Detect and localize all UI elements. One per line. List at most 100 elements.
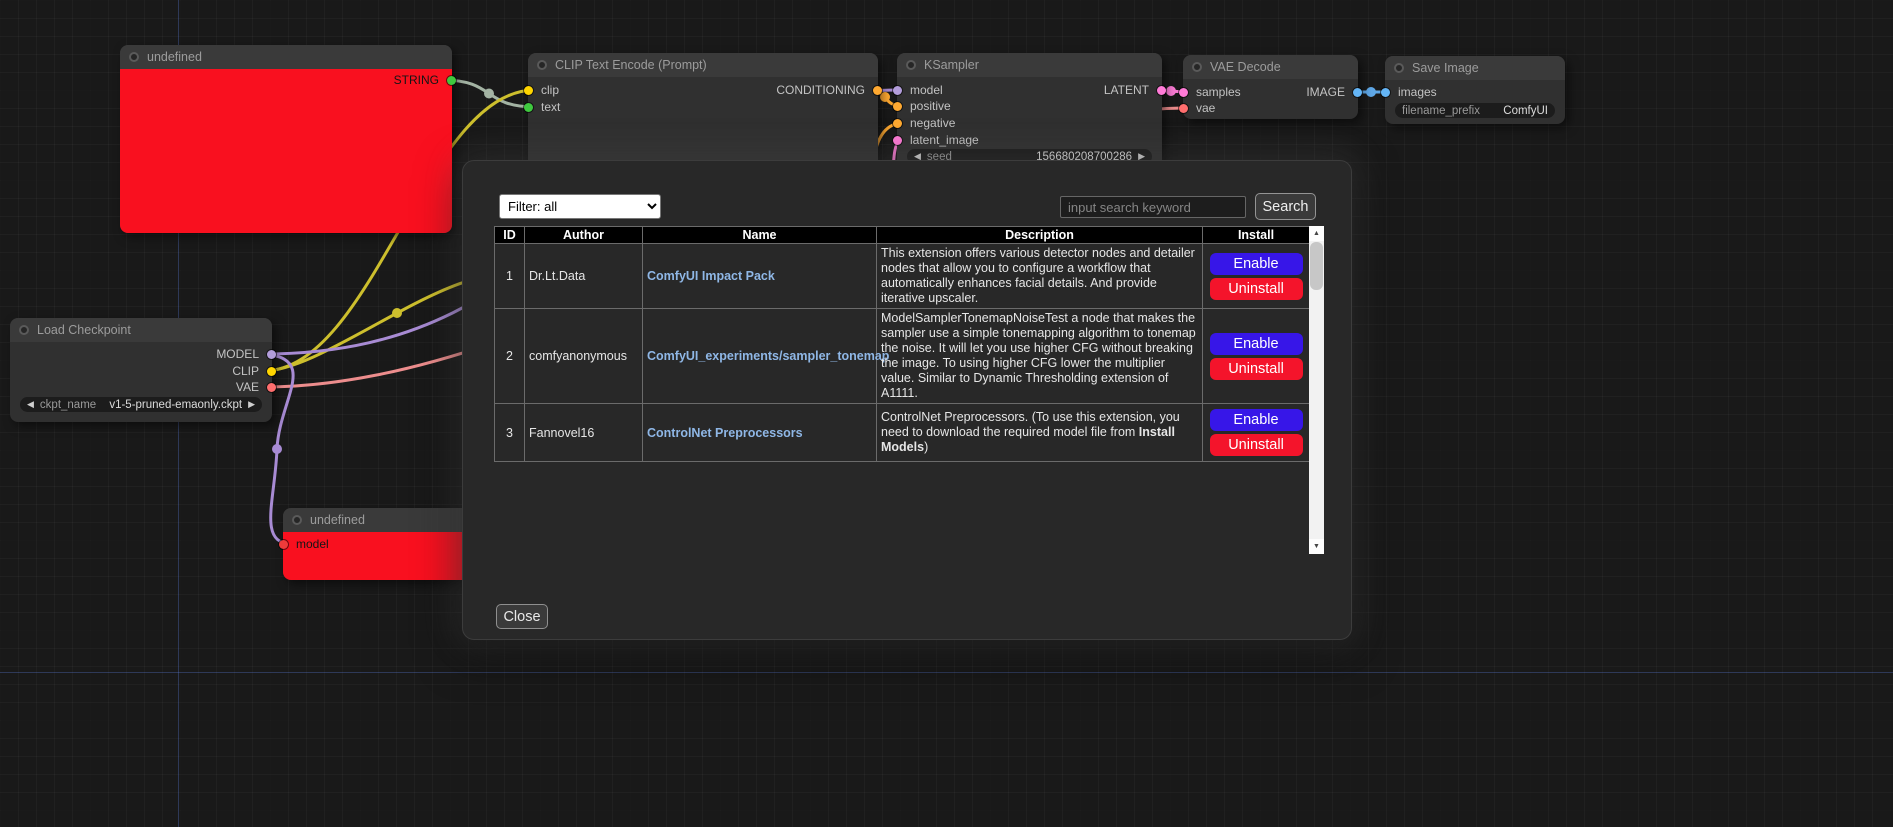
input-slot-positive[interactable]: positive: [897, 99, 1162, 113]
extension-link[interactable]: ControlNet Preprocessors: [647, 426, 803, 440]
output-dot-image[interactable]: [1353, 88, 1362, 97]
input-dot-text[interactable]: [524, 103, 533, 112]
decrement-arrow-icon[interactable]: ◀: [27, 397, 34, 412]
collapse-toggle-icon[interactable]: [129, 52, 139, 62]
close-button[interactable]: Close: [496, 604, 548, 629]
collapse-toggle-icon[interactable]: [906, 60, 916, 70]
node-header[interactable]: undefined: [120, 45, 452, 69]
extension-link[interactable]: ComfyUI Impact Pack: [647, 269, 775, 283]
output-slot-string[interactable]: STRING: [120, 73, 452, 87]
output-slot-latent[interactable]: LATENT: [897, 83, 1162, 97]
collapse-toggle-icon[interactable]: [1394, 63, 1404, 73]
node-clip-text-encode[interactable]: CLIP Text Encode (Prompt) clip text COND…: [528, 53, 878, 173]
filter-select[interactable]: Filter: all: [499, 194, 661, 219]
input-dot-latent-image[interactable]: [893, 136, 902, 145]
output-slot-conditioning[interactable]: CONDITIONING: [528, 83, 878, 97]
scroll-up-arrow-icon[interactable]: ▲: [1309, 226, 1324, 241]
extension-id: 2: [495, 309, 525, 404]
table-scrollbar[interactable]: ▲ ▼: [1309, 226, 1324, 554]
output-slot-vae[interactable]: VAE: [10, 380, 272, 394]
table-header-row: ID Author Name Description Install: [495, 227, 1310, 244]
output-dot-latent[interactable]: [1157, 86, 1166, 95]
wire-midpoint-dot: [484, 89, 494, 99]
input-slot-latent-image[interactable]: latent_image: [897, 133, 1162, 147]
extension-description: This extension offers various detector n…: [877, 244, 1203, 309]
uninstall-button[interactable]: Uninstall: [1210, 434, 1303, 456]
node-header[interactable]: Save Image: [1385, 56, 1565, 80]
collapse-toggle-icon[interactable]: [1192, 62, 1202, 72]
manager-dialog: Filter: all Search ID Author Name Descri…: [462, 160, 1352, 640]
output-dot-model[interactable]: [267, 350, 276, 359]
input-dot-images[interactable]: [1381, 88, 1390, 97]
node-header[interactable]: CLIP Text Encode (Prompt): [528, 53, 878, 77]
widget-name: filename_prefix: [1402, 105, 1480, 117]
input-dot-vae[interactable]: [1179, 104, 1188, 113]
node-title: Save Image: [1412, 61, 1479, 75]
output-dot-clip[interactable]: [267, 367, 276, 376]
output-slot-clip[interactable]: CLIP: [10, 364, 272, 378]
increment-arrow-icon[interactable]: ▶: [248, 397, 255, 412]
node-undefined-top[interactable]: undefined STRING: [120, 45, 452, 233]
scrollbar-thumb[interactable]: [1310, 242, 1323, 290]
node-vae-decode[interactable]: VAE Decode samples vae IMAGE: [1183, 55, 1358, 119]
input-slot-images[interactable]: images: [1385, 85, 1565, 99]
uninstall-button[interactable]: Uninstall: [1210, 278, 1303, 300]
extension-author: Fannovel16: [525, 404, 643, 462]
slot-label: MODEL: [216, 347, 259, 361]
extension-install-cell: Enable Uninstall: [1203, 244, 1310, 309]
column-header-id: ID: [495, 227, 525, 244]
slot-label: latent_image: [910, 133, 979, 147]
input-slot-text[interactable]: text: [528, 100, 878, 114]
column-header-install: Install: [1203, 227, 1310, 244]
column-header-author: Author: [525, 227, 643, 244]
ckpt-name-widget[interactable]: ◀ ckpt_name v1-5-pruned-emaonly.ckpt ▶: [20, 397, 262, 412]
search-input[interactable]: [1060, 196, 1246, 218]
node-ksampler[interactable]: KSampler model positive negative latent_…: [897, 53, 1162, 168]
input-dot-model[interactable]: [279, 540, 288, 549]
output-slot-image[interactable]: IMAGE: [1183, 85, 1358, 99]
slot-label: STRING: [394, 73, 439, 87]
slot-label: images: [1398, 85, 1437, 99]
collapse-toggle-icon[interactable]: [292, 515, 302, 525]
output-dot-vae[interactable]: [267, 383, 276, 392]
slot-label: LATENT: [1104, 83, 1149, 97]
output-dot-conditioning[interactable]: [873, 86, 882, 95]
node-header[interactable]: KSampler: [897, 53, 1162, 77]
input-dot-positive[interactable]: [893, 102, 902, 111]
node-load-checkpoint[interactable]: Load Checkpoint MODEL CLIP VAE ◀ ckpt_na…: [10, 318, 272, 422]
collapse-toggle-icon[interactable]: [537, 60, 547, 70]
widget-value: v1-5-pruned-emaonly.ckpt: [109, 399, 242, 411]
node-title: undefined: [310, 513, 365, 527]
output-slot-model[interactable]: MODEL: [10, 347, 272, 361]
collapse-toggle-icon[interactable]: [19, 325, 29, 335]
node-save-image[interactable]: Save Image images filename_prefix ComfyU…: [1385, 56, 1565, 124]
output-dot-string[interactable]: [447, 76, 456, 85]
extension-row: 3 Fannovel16 ControlNet Preprocessors Co…: [495, 404, 1310, 462]
input-dot-negative[interactable]: [893, 119, 902, 128]
extension-link[interactable]: ComfyUI_experiments/sampler_tonemap: [647, 349, 889, 363]
graph-canvas[interactable]: undefined STRING CLIP Text Encode (Promp…: [0, 0, 1893, 827]
missing-node-body: [120, 69, 452, 233]
wire-midpoint-dot: [1166, 86, 1176, 96]
slot-label: text: [541, 100, 560, 114]
uninstall-button[interactable]: Uninstall: [1210, 358, 1303, 380]
input-slot-negative[interactable]: negative: [897, 116, 1162, 130]
extension-row: 1 Dr.Lt.Data ComfyUI Impact Pack This ex…: [495, 244, 1310, 309]
scroll-down-arrow-icon[interactable]: ▼: [1309, 539, 1324, 554]
node-header[interactable]: Load Checkpoint: [10, 318, 272, 342]
node-title: VAE Decode: [1210, 60, 1281, 74]
enable-button[interactable]: Enable: [1210, 253, 1303, 275]
node-header[interactable]: VAE Decode: [1183, 55, 1358, 79]
input-slot-vae[interactable]: vae: [1183, 101, 1358, 115]
filename-prefix-widget[interactable]: filename_prefix ComfyUI: [1395, 103, 1555, 118]
enable-button[interactable]: Enable: [1210, 333, 1303, 355]
slot-label: IMAGE: [1306, 85, 1345, 99]
search-button[interactable]: Search: [1255, 193, 1316, 220]
extension-row: 2 comfyanonymous ComfyUI_experiments/sam…: [495, 309, 1310, 404]
extension-description: ControlNet Preprocessors. (To use this e…: [877, 404, 1203, 462]
wire-midpoint-dot: [1366, 87, 1376, 97]
slot-label: VAE: [236, 380, 259, 394]
slot-label: vae: [1196, 101, 1215, 115]
enable-button[interactable]: Enable: [1210, 409, 1303, 431]
slot-label: CONDITIONING: [776, 83, 865, 97]
